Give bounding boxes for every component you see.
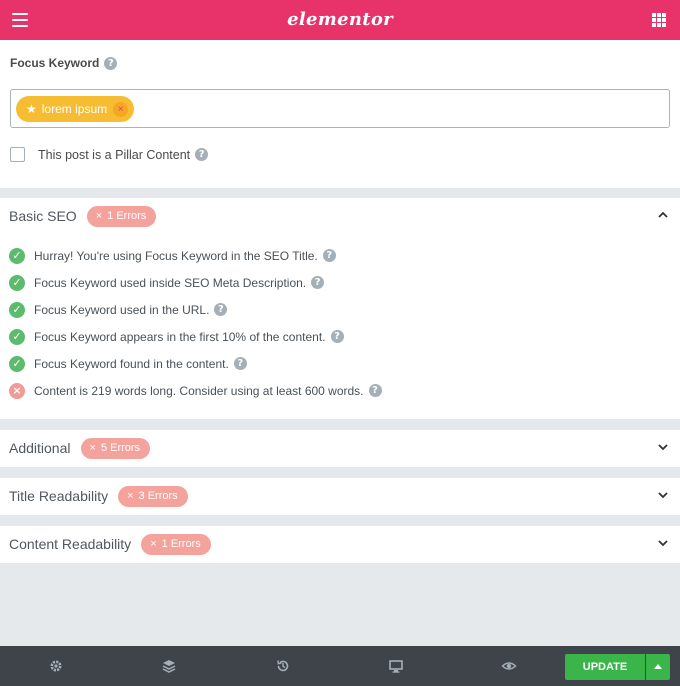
check-item: ✓ Focus Keyword found in the content. ? (9, 350, 382, 377)
help-icon[interactable]: ? (311, 276, 325, 289)
check-text: Focus Keyword used in the URL. (34, 302, 210, 317)
error-x-icon: × (95, 210, 103, 222)
pillar-content-label: This post is a Pillar Content (38, 147, 191, 162)
check-pass-icon: ✓ (9, 328, 25, 345)
help-icon[interactable]: ? (330, 330, 344, 343)
check-item: ✓ Hurray! You're using Focus Keyword in … (9, 242, 382, 269)
keyword-tag: ★ lorem ipsum × (16, 96, 135, 122)
basic-seo-checks: ✓ Hurray! You're using Focus Keyword in … (9, 242, 382, 404)
error-badge-text: 1 Errors (161, 538, 201, 550)
check-pass-icon: ✓ (9, 301, 25, 318)
chevron-down-icon[interactable] (658, 490, 668, 500)
error-badge-text: 5 Errors (100, 442, 141, 454)
focus-keyword-label: Focus Keyword ? (10, 56, 118, 70)
keyword-tag-text: lorem ipsum (41, 102, 108, 116)
error-badge: × 1 Errors (86, 205, 157, 227)
help-icon[interactable]: ? (368, 384, 382, 397)
error-badge: × 3 Errors (118, 485, 188, 507)
section-header-title-readability[interactable]: Title Readability × 3 Errors (0, 478, 680, 514)
check-pass-icon: ✓ (9, 274, 25, 291)
additional-panel: Additional × 5 Errors (0, 430, 680, 467)
error-badge-text: 1 Errors (107, 210, 147, 222)
error-badge-text: 3 Errors (138, 490, 178, 502)
content-readability-panel: Content Readability × 1 Errors (0, 526, 680, 563)
error-badge: × 5 Errors (80, 437, 151, 459)
check-text: Focus Keyword appears in the first 10% o… (34, 329, 326, 344)
error-x-icon: × (89, 442, 96, 454)
help-icon[interactable]: ? (214, 303, 228, 316)
error-x-icon: × (150, 538, 157, 550)
check-item: ✓ Focus Keyword appears in the first 10%… (9, 323, 382, 350)
update-options-caret-icon[interactable] (646, 654, 670, 680)
responsive-icon[interactable] (388, 658, 404, 674)
section-title: Content Readability (9, 536, 132, 552)
chevron-down-icon[interactable] (658, 538, 668, 548)
check-text: Focus Keyword used inside SEO Meta Descr… (34, 275, 307, 290)
focus-keyword-panel: Focus Keyword ? ★ lorem ipsum × This pos… (0, 40, 680, 188)
update-button[interactable]: UPDATE (565, 654, 645, 680)
title-readability-panel: Title Readability × 3 Errors (0, 478, 680, 515)
check-item: × Content is 219 words long. Consider us… (9, 377, 382, 404)
section-title: Title Readability (9, 488, 109, 504)
help-icon[interactable]: ? (104, 56, 118, 70)
section-header-basic-seo[interactable]: Basic SEO × 1 Errors (0, 198, 680, 234)
error-x-icon: × (127, 490, 134, 502)
section-title: Additional (9, 440, 71, 456)
section-header-additional[interactable]: Additional × 5 Errors (0, 430, 680, 466)
layers-icon[interactable] (161, 658, 177, 674)
section-title: Basic SEO (9, 208, 77, 224)
help-icon[interactable]: ? (322, 249, 336, 262)
remove-tag-icon[interactable]: × (113, 101, 129, 117)
widgets-grid-icon[interactable] (652, 13, 666, 27)
section-header-content-readability[interactable]: Content Readability × 1 Errors (0, 526, 680, 562)
check-pass-icon: ✓ (9, 355, 25, 372)
check-pass-icon: ✓ (9, 247, 25, 264)
check-item: ✓ Focus Keyword used in the URL. ? (9, 296, 382, 323)
chevron-down-icon[interactable] (658, 442, 668, 452)
error-badge: × 1 Errors (141, 533, 211, 555)
preview-icon[interactable] (501, 658, 517, 674)
settings-icon[interactable] (48, 658, 64, 674)
chevron-up-icon[interactable] (658, 210, 668, 220)
star-icon[interactable]: ★ (26, 102, 37, 116)
pillar-content-option[interactable]: This post is a Pillar Content ? (10, 147, 209, 162)
check-text: Content is 219 words long. Consider usin… (34, 383, 364, 398)
check-fail-icon: × (9, 382, 25, 399)
help-icon[interactable]: ? (233, 357, 247, 370)
focus-keyword-label-text: Focus Keyword (10, 56, 100, 70)
help-icon[interactable]: ? (195, 148, 209, 161)
basic-seo-panel: Basic SEO × 1 Errors ✓ Hurray! You're us… (0, 198, 680, 419)
check-text: Focus Keyword found in the content. (34, 356, 229, 371)
check-text: Hurray! You're using Focus Keyword in th… (34, 248, 318, 263)
history-icon[interactable] (275, 658, 291, 674)
focus-keyword-input[interactable]: ★ lorem ipsum × (10, 89, 670, 128)
check-item: ✓ Focus Keyword used inside SEO Meta Des… (9, 269, 382, 296)
top-bar: elementor (0, 0, 680, 40)
pillar-content-checkbox[interactable] (10, 147, 25, 162)
elementor-logo: elementor (287, 9, 393, 30)
